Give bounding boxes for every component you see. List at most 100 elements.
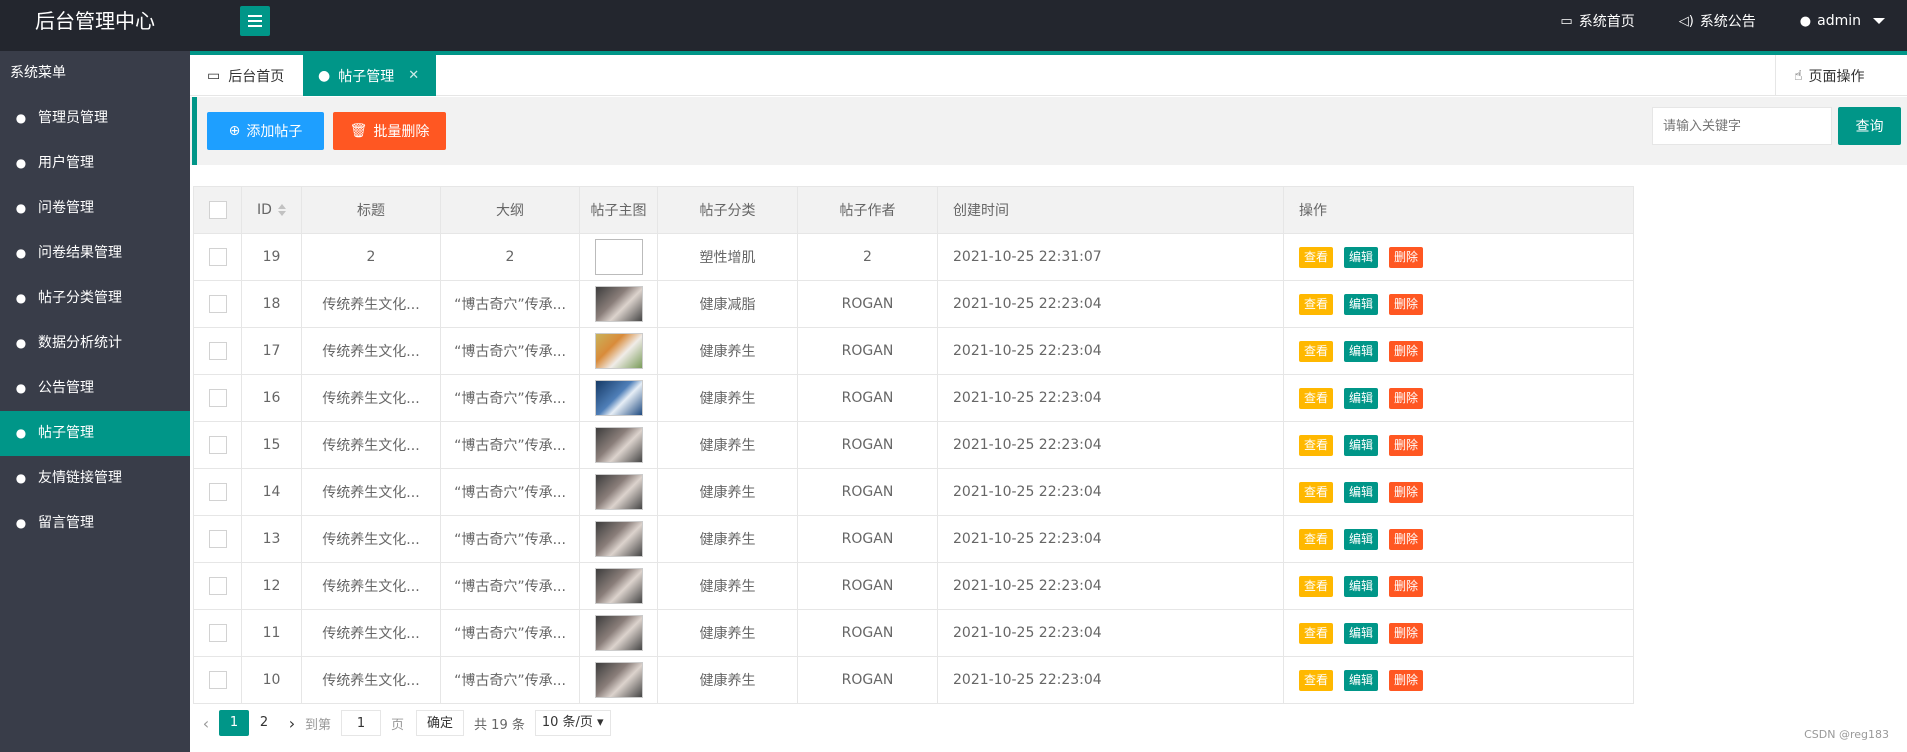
add-post-button[interactable]: ⊕ 添加帖子 [207,112,324,150]
row-checkbox-cell[interactable] [193,421,242,469]
row-checkbox-cell[interactable] [193,609,242,657]
system-notice-link[interactable]: ◁) 系统公告 [1657,11,1778,31]
view-button[interactable]: 查看 [1299,622,1334,644]
edit-button[interactable]: 编辑 [1344,293,1379,315]
view-button[interactable]: 查看 [1299,293,1334,315]
row-checkbox[interactable] [208,295,227,313]
view-button[interactable]: 查看 [1299,575,1334,597]
row-checkbox-cell[interactable] [193,327,242,375]
sidebar-item-admin[interactable]: ● 管理员管理 [0,96,190,141]
sidebar-item-survey[interactable]: ● 问卷管理 [0,186,190,231]
delete-button[interactable]: 删除 [1389,575,1424,597]
edit-button[interactable]: 编辑 [1344,340,1379,362]
edit-button[interactable]: 编辑 [1344,528,1379,550]
view-button[interactable]: 查看 [1299,434,1334,456]
sidebar-item-post-category[interactable]: ● 帖子分类管理 [0,276,190,321]
user-menu[interactable]: ● admin [1778,13,1907,29]
row-checkbox[interactable] [208,624,227,642]
monitor-icon: ▭ [1560,13,1573,29]
cell-id: 17 [241,327,302,375]
edit-button[interactable]: 编辑 [1344,246,1379,268]
edit-button[interactable]: 编辑 [1344,669,1379,691]
cell-actions: 查看 编辑 删除 [1283,468,1634,516]
cell-author: ROGAN [797,421,938,469]
sidebar-item-analytics[interactable]: ● 数据分析统计 [0,321,190,366]
cell-id: 10 [241,656,302,704]
column-header-id[interactable]: ID [241,186,302,234]
app-title: 后台管理中心 [35,9,155,33]
row-checkbox-cell[interactable] [193,233,242,281]
cell-actions: 查看 编辑 删除 [1283,421,1634,469]
sidebar-item-notices[interactable]: ● 公告管理 [0,366,190,411]
per-page-select[interactable]: 10 条/页 ▾ [534,710,611,736]
prev-page-icon[interactable]: ‹ [193,714,219,733]
row-checkbox[interactable] [208,671,227,689]
delete-button[interactable]: 删除 [1389,340,1424,362]
row-checkbox[interactable] [208,436,227,454]
delete-button[interactable]: 删除 [1389,481,1424,503]
edit-button[interactable]: 编辑 [1344,575,1379,597]
sidebar-item-label: 问卷结果管理 [38,245,122,261]
view-button[interactable]: 查看 [1299,387,1334,409]
view-button[interactable]: 查看 [1299,246,1334,268]
next-page-icon[interactable]: › [279,714,305,733]
row-checkbox-cell[interactable] [193,656,242,704]
row-checkbox-cell[interactable] [193,280,242,328]
sort-icon[interactable] [277,204,286,216]
view-button[interactable]: 查看 [1299,340,1334,362]
row-checkbox[interactable] [208,389,227,407]
menu-toggle-button[interactable] [240,6,270,36]
row-checkbox-cell[interactable] [193,562,242,610]
row-checkbox-cell[interactable] [193,468,242,516]
cell-category: 健康养生 [657,515,798,563]
row-checkbox-cell[interactable] [193,374,242,422]
page-1[interactable]: 1 [219,710,249,736]
row-checkbox-cell[interactable] [193,515,242,563]
row-checkbox[interactable] [208,483,227,501]
system-home-link[interactable]: ▭ 系统首页 [1538,11,1656,31]
view-button[interactable]: 查看 [1299,669,1334,691]
row-checkbox[interactable] [208,248,227,266]
edit-button[interactable]: 编辑 [1344,481,1379,503]
column-header-label: ID [257,202,272,218]
delete-button[interactable]: 删除 [1389,528,1424,550]
edit-button[interactable]: 编辑 [1344,387,1379,409]
sidebar-item-messages[interactable]: ● 留言管理 [0,501,190,546]
search-input[interactable] [1652,107,1832,145]
row-checkbox[interactable] [208,342,227,360]
view-button[interactable]: 查看 [1299,481,1334,503]
goto-page-input[interactable]: 1 [341,710,382,736]
tab-posts[interactable]: ● 帖子管理 ✕ [303,55,436,96]
batch-delete-button[interactable]: 🗑 批量删除 [333,112,446,150]
sidebar-item-survey-results[interactable]: ● 问卷结果管理 [0,231,190,276]
cell-image [579,515,658,563]
row-checkbox[interactable] [208,577,227,595]
delete-button[interactable]: 删除 [1389,434,1424,456]
sidebar-item-links[interactable]: ● 友情链接管理 [0,456,190,501]
sidebar-item-users[interactable]: ● 用户管理 [0,141,190,186]
delete-button[interactable]: 删除 [1389,669,1424,691]
query-button[interactable]: 查询 [1838,107,1901,145]
delete-button[interactable]: 删除 [1389,622,1424,644]
column-header-category: 帖子分类 [657,186,798,234]
delete-button[interactable]: 删除 [1389,387,1424,409]
page-2[interactable]: 2 [249,710,279,736]
close-icon[interactable]: ✕ [408,68,419,83]
edit-button[interactable]: 编辑 [1344,622,1379,644]
checkbox[interactable] [208,201,227,219]
edit-button[interactable]: 编辑 [1344,434,1379,456]
table-header-row: ID 标题 大纲 帖子主图 帖子分类 帖子作者 创建时间 操作 [193,186,1634,234]
page-operations-button[interactable]: ☝ 页面操作 [1775,55,1907,96]
row-checkbox[interactable] [208,530,227,548]
column-header-created: 创建时间 [937,186,1284,234]
top-header: 后台管理中心 ▭ 系统首页 ◁) 系统公告 ● admin [0,0,1907,51]
sidebar-item-posts[interactable]: ● 帖子管理 [0,411,190,456]
select-all-checkbox[interactable] [193,186,242,234]
delete-button[interactable]: 删除 [1389,246,1424,268]
user-icon: ● [1799,13,1812,29]
delete-button[interactable]: 删除 [1389,293,1424,315]
goto-confirm-button[interactable]: 确定 [416,710,465,736]
cell-image [579,609,658,657]
tab-home[interactable]: ▭ 后台首页 [190,55,303,96]
view-button[interactable]: 查看 [1299,528,1334,550]
